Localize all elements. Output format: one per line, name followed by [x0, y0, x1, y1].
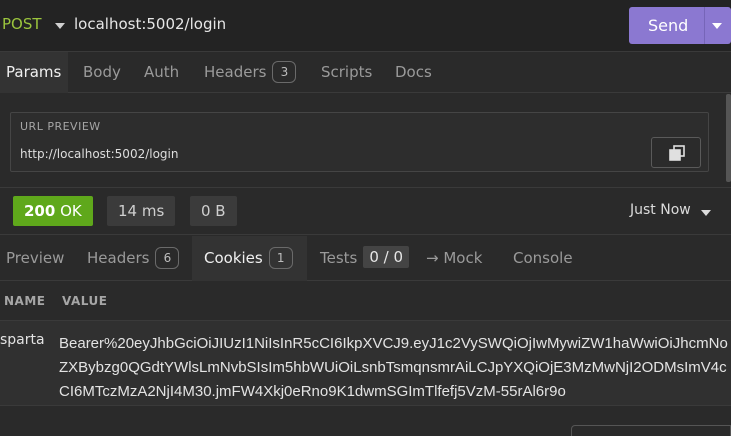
tab-label: Preview: [6, 249, 65, 267]
panel-edge: [571, 425, 731, 436]
tab-label: Tests: [320, 249, 358, 267]
send-options-chevron-icon[interactable]: [712, 23, 722, 29]
tab-label: Console: [513, 249, 573, 267]
response-size-badge: 0 B: [190, 196, 237, 226]
tab-label: Headers: [87, 249, 150, 267]
cookie-value: Bearer%20eyJhbGciOiJIUzI1NiIsInR5cCI6Ikp…: [59, 335, 728, 400]
response-history-select[interactable]: Just Now: [630, 202, 691, 218]
tab-label: Scripts: [321, 63, 373, 81]
tab-label: Params: [6, 63, 62, 81]
tab-body[interactable]: Body: [83, 52, 121, 93]
cookies-table-header: NAME VALUE: [0, 282, 731, 320]
tab-tests[interactable]: Tests 0 / 0: [320, 236, 410, 281]
send-divider: [704, 7, 705, 44]
tab-label: Headers: [204, 63, 267, 81]
tab-label: Cookies: [204, 249, 263, 267]
copy-icon: [669, 145, 685, 161]
response-time-badge: 14 ms: [107, 196, 176, 226]
scrollbar-thumb[interactable]: [726, 94, 731, 182]
request-url-bar: POST localhost:5002/login Send: [0, 0, 731, 52]
tab-auth[interactable]: Auth: [144, 52, 179, 93]
headers-count-badge: 3: [272, 60, 297, 83]
tab-console[interactable]: Console: [513, 236, 573, 281]
url-input[interactable]: localhost:5002/login: [74, 15, 226, 33]
tab-response-headers[interactable]: Headers 6: [87, 236, 180, 281]
tab-label: Docs: [395, 63, 432, 81]
tab-preview[interactable]: Preview: [6, 236, 64, 281]
tab-cookies[interactable]: Cookies 1: [192, 236, 307, 281]
column-header-name: NAME: [4, 294, 46, 308]
response-tabs: Preview Headers 6 Cookies 1 Tests 0 / 0 → M…: [0, 236, 731, 281]
url-preview-value: http://localhost:5002/login: [20, 147, 179, 161]
copy-url-button[interactable]: [651, 137, 701, 168]
tab-mock[interactable]: → Mock: [426, 236, 482, 281]
tab-headers[interactable]: Headers 3: [204, 52, 297, 93]
url-preview-panel: URL PREVIEW http://localhost:5002/login: [0, 94, 731, 188]
tab-label: Auth: [144, 63, 180, 81]
tab-docs[interactable]: Docs: [395, 52, 432, 93]
table-row: sparta Bearer%20eyJhbGciOiJIUzI1NiIsInR5…: [0, 320, 731, 406]
status-text: OK: [60, 202, 82, 220]
url-preview-title: URL PREVIEW: [20, 120, 101, 133]
chevron-down-icon[interactable]: [701, 210, 711, 216]
chevron-down-icon[interactable]: [55, 23, 65, 29]
status-code-badge: 200 OK: [13, 196, 93, 226]
response-headers-count-badge: 6: [155, 246, 180, 269]
url-preview-box: URL PREVIEW http://localhost:5002/login: [10, 112, 709, 172]
send-button-label: Send: [648, 16, 689, 35]
send-button[interactable]: Send: [629, 7, 731, 44]
http-method-select[interactable]: POST: [2, 15, 42, 33]
cookie-name: sparta: [0, 332, 45, 348]
tab-scripts[interactable]: Scripts: [321, 52, 372, 93]
status-code: 200: [24, 202, 56, 220]
tab-label: → Mock: [426, 249, 483, 267]
column-header-value: VALUE: [62, 294, 108, 308]
cookies-count-badge: 1: [268, 246, 293, 269]
tab-label: Body: [83, 63, 121, 81]
request-tabs: Params Body Auth Headers 3 Scripts Docs: [0, 52, 731, 93]
response-status-bar: 200 OK 14 ms 0 B Just Now: [0, 189, 731, 235]
tests-count-badge: 0 / 0: [363, 246, 410, 268]
tab-params[interactable]: Params: [0, 52, 68, 93]
